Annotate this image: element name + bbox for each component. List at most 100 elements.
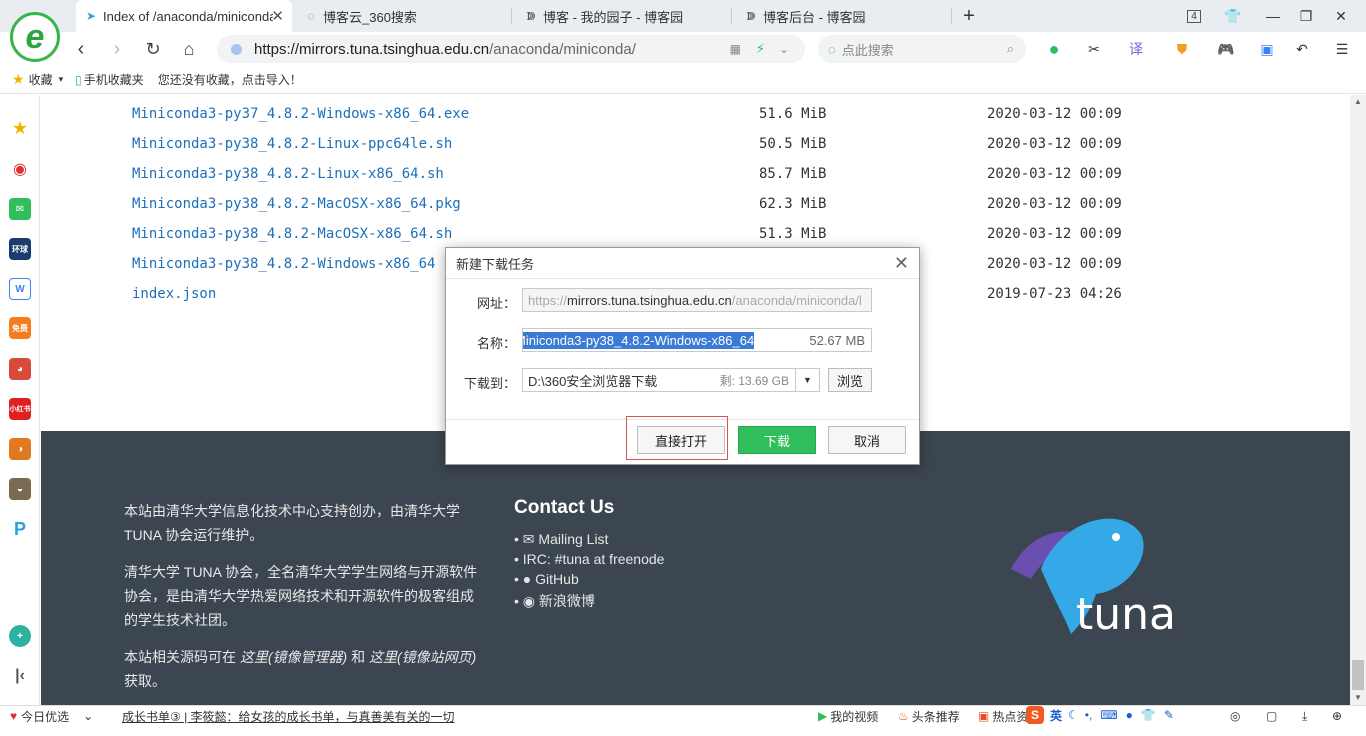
contact-irc[interactable]: • IRC: #tuna at freenode <box>514 551 664 567</box>
chevron-down-icon[interactable]: ▼ <box>795 369 819 391</box>
novel-icon[interactable]: 免费 <box>9 317 31 339</box>
import-hint[interactable]: 您还没有收藏，点击导入！ <box>158 71 302 88</box>
tools-icon[interactable]: ✎ <box>1164 708 1174 722</box>
star-icon: ★ <box>12 71 25 87</box>
news-icon[interactable]: 环球 <box>9 238 31 260</box>
dialog-title: 新建下载任务 <box>456 256 535 272</box>
download-button[interactable]: 下载 <box>738 426 816 454</box>
tab-label: Index of /anaconda/miniconda/ <box>103 8 273 24</box>
mail-icon[interactable]: ✉ <box>9 198 31 220</box>
apps-icon[interactable]: ▣ <box>1255 37 1279 61</box>
scroll-up-icon[interactable]: ▲ <box>1354 97 1362 106</box>
scissors-icon[interactable]: ✂ <box>1082 37 1106 61</box>
file-date: 2020-03-12 00:09 <box>987 226 1122 242</box>
qr-icon[interactable]: ▦ <box>730 42 741 56</box>
gamepad-icon[interactable]: 🎮 <box>1214 37 1238 61</box>
browse-button[interactable]: 浏览 <box>828 368 872 392</box>
bookmark-bar: ★ 收藏 ▾ ▯ 手机收藏夹 您还没有收藏，点击导入！ <box>0 66 1366 94</box>
chevron-down-icon[interactable]: ⌄ <box>779 42 789 56</box>
collapse-sidebar-icon[interactable]: |‹ <box>9 665 31 687</box>
file-date: 2020-03-12 00:09 <box>987 106 1122 122</box>
ime-toolbar[interactable]: S 英 ☾ •, ⌨ ● 👕 ✎ <box>1026 702 1174 728</box>
restore-icon[interactable]: ❐ <box>1294 4 1318 28</box>
edge-icon[interactable]: ◎ <box>1230 706 1240 726</box>
file-link[interactable]: Miniconda3-py38_4.8.2-MacOSX-x86_64.pkg <box>132 196 759 218</box>
doc-icon[interactable]: W <box>9 278 31 300</box>
mirror-web-link[interactable]: 这里(镜像站网页) <box>369 649 476 665</box>
contact-mailing-list[interactable]: • ✉ Mailing List <box>514 531 608 548</box>
chevron-down-icon[interactable]: ▾ <box>59 74 64 85</box>
sogou-icon: S <box>1026 706 1045 724</box>
news-label: 头条推荐 <box>911 709 960 724</box>
scroll-down-icon[interactable]: ▼ <box>1354 693 1362 702</box>
favorites-star-icon[interactable]: ★ <box>9 117 31 139</box>
filename-selected: Miniconda3-py38_4.8.2-Windows-x86_64 <box>523 331 755 349</box>
close-window-icon[interactable]: ✕ <box>1329 4 1353 28</box>
open-directly-button[interactable]: 直接打开 <box>637 426 725 454</box>
headline-recommend[interactable]: ♨ 头条推荐 <box>898 706 960 726</box>
vertical-scrollbar[interactable]: ▲ ▼ <box>1350 95 1366 705</box>
menu-icon[interactable]: ☰ <box>1330 37 1354 61</box>
file-link[interactable]: Miniconda3-py38_4.8.2-MacOSX-x86_64.sh <box>132 226 759 248</box>
daily-picks[interactable]: ♥ 今日优选 ⌄ <box>10 706 93 726</box>
tab-cnblogs-home[interactable]: ↇ 博客 - 我的园子 - 博客园 <box>516 0 726 32</box>
url-field[interactable]: https://mirrors.tuna.tsinghua.edu.cn/ana… <box>522 288 872 312</box>
minimize-icon[interactable]: — <box>1261 4 1285 28</box>
address-bar[interactable]: https://mirrors.tuna.tsinghua.edu.cn /an… <box>217 35 805 63</box>
search-input[interactable]: ◌ 点此搜索 ⌕ <box>818 35 1026 63</box>
tab-360-search[interactable]: ◌ 博客云_360搜索 <box>296 0 506 32</box>
file-link[interactable]: Miniconda3-py38_4.8.2-Linux-x86_64.sh <box>132 166 759 188</box>
keyboard-icon[interactable]: ⌨ <box>1100 708 1117 722</box>
file-link[interactable]: Miniconda3-py37_4.8.2-Windows-x86_64.exe <box>132 106 759 128</box>
hot-topics[interactable]: ▣ 热点资 <box>978 706 1028 726</box>
new-tab-button[interactable]: + <box>957 4 981 28</box>
game2-icon[interactable]: ◑ <box>9 438 31 460</box>
cancel-button[interactable]: 取消 <box>828 426 906 454</box>
filename-field[interactable]: Miniconda3-py38_4.8.2-Windows-x86_64 52.… <box>522 328 872 352</box>
punct-icon[interactable]: •, <box>1085 708 1093 722</box>
my-video[interactable]: ▶ 我的视频 <box>818 706 878 726</box>
search-icon[interactable]: ⌕ <box>1007 41 1014 57</box>
chevron-down-icon[interactable]: ⌄ <box>83 709 93 723</box>
home-icon[interactable]: ⌂ <box>176 36 202 62</box>
undo-icon[interactable]: ↶ <box>1290 37 1314 61</box>
tab-cnblogs-admin[interactable]: ↇ 博客后台 - 博客园 <box>736 0 946 32</box>
moon-icon[interactable]: ☾ <box>1068 708 1079 722</box>
weibo-icon[interactable]: ◉ <box>9 158 31 180</box>
shield-icon[interactable]: ⛊ <box>1170 37 1194 61</box>
hot-label: 热点资 <box>992 709 1029 724</box>
skin-icon[interactable]: 👕 <box>1141 708 1156 722</box>
window-icon[interactable]: ▢ <box>1266 706 1277 726</box>
contact-weibo[interactable]: • ◉ 新浪微博 <box>514 591 595 611</box>
chat-icon[interactable]: ● <box>1042 37 1066 61</box>
xiaohongshu-icon[interactable]: 小红书 <box>9 398 31 420</box>
lightning-icon[interactable]: ⚡ <box>756 41 765 57</box>
file-link[interactable]: Miniconda3-py38_4.8.2-Linux-ppc64le.sh <box>132 136 759 158</box>
file-row: Miniconda3-py37_4.8.2-Windows-x86_64.exe… <box>132 106 1232 128</box>
contact-github[interactable]: • ● GitHub <box>514 571 579 587</box>
back-icon[interactable]: ‹ <box>68 36 94 62</box>
forward-icon[interactable]: › <box>104 36 130 62</box>
scroll-thumb[interactable] <box>1352 660 1364 690</box>
mobile-favorites-link[interactable]: 手机收藏夹 <box>84 71 144 88</box>
game3-icon[interactable]: ◒ <box>9 478 31 500</box>
download-icon[interactable]: ⤓ <box>1302 706 1307 726</box>
save-path-select[interactable]: D:\360安全浏览器下载 剩: 13.69 GB ▼ <box>522 368 820 392</box>
close-icon[interactable]: ✕ <box>894 253 909 274</box>
close-icon[interactable]: ✕ <box>271 7 284 25</box>
p-app-icon[interactable]: P <box>9 518 31 540</box>
add-app-icon[interactable]: + <box>9 625 31 647</box>
reload-icon[interactable]: ↻ <box>140 36 166 62</box>
mirror-manager-link[interactable]: 这里(镜像管理器) <box>240 649 347 665</box>
game-icon[interactable]: ◕ <box>9 358 31 380</box>
user-icon[interactable]: ● <box>1126 708 1133 722</box>
translate-icon[interactable]: 译 <box>1124 37 1148 61</box>
headline-link[interactable]: 成长书单③ | 李筱懿：给女孩的成长书单，与真善美有关的一切 <box>122 706 455 726</box>
tab-count-button[interactable]: 4 <box>1182 4 1206 28</box>
tab-index-anaconda[interactable]: ➤ Index of /anaconda/miniconda/ ✕ <box>76 0 292 32</box>
favorites-button[interactable]: 收藏 <box>29 71 53 88</box>
zoom-icon[interactable]: ⊕ <box>1332 706 1342 726</box>
file-size: 50.5 MiB <box>759 136 827 152</box>
browser-logo-icon[interactable]: e <box>10 12 60 62</box>
shirt-icon[interactable]: 👕 <box>1221 4 1245 28</box>
